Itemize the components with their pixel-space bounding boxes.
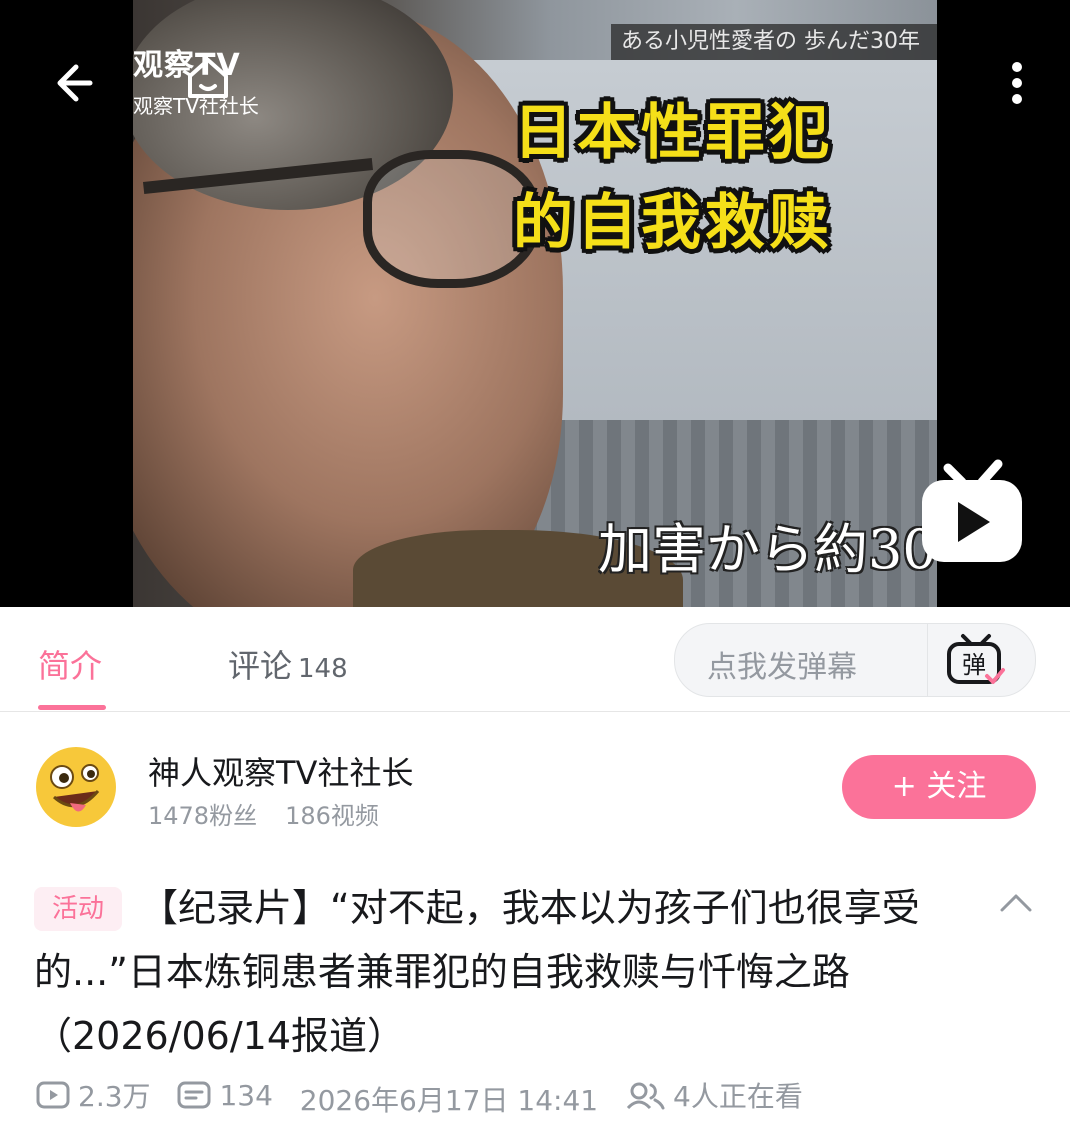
danmaku-divider <box>927 624 928 696</box>
danmaku-icon-text: 弹 <box>962 651 986 679</box>
more-vertical-icon[interactable] <box>1000 55 1034 111</box>
avatar[interactable] <box>34 745 118 829</box>
home-icon[interactable] <box>182 52 234 104</box>
overlay-bottom-text: 加害から約30 <box>598 518 937 581</box>
fans-count: 1478粉丝 <box>148 802 258 830</box>
publish-date: 2026年6月17日 14:41 <box>299 1084 599 1117</box>
watching-users-icon <box>626 1082 665 1110</box>
tv-play-icon[interactable] <box>918 458 1026 568</box>
views-count: 2.3万 <box>78 1080 151 1113</box>
danmaku-placeholder: 点我发弹幕 <box>707 650 857 685</box>
video-caption: 日本性罪犯 的自我救赎 <box>513 88 893 268</box>
danmaku-input[interactable]: 点我发弹幕 弹 <box>674 623 1036 697</box>
video-meta: 2.3万 134 2026年6月17日 14:41 4人正在看 <box>36 1075 1036 1119</box>
video-frame: ある小児性愛者の 歩んだ30年 日本性罪犯 的自我救赎 加害から約30 观察TV… <box>133 0 937 607</box>
comments-count: 148 <box>298 654 348 684</box>
overlay-top-text: ある小児性愛者の 歩んだ30年 <box>611 24 937 60</box>
tab-comments-label: 评论 <box>228 647 293 685</box>
follow-button[interactable]: + 关注 <box>842 755 1036 819</box>
watching-stat: 4人正在看 <box>625 1075 803 1115</box>
tab-comments[interactable]: 评论 148 <box>228 641 348 687</box>
caption-line-1: 日本性罪犯 <box>513 98 833 168</box>
video-title: 【纪录片】“对不起，我本以为孩子们也很享受的...”日本炼铜患者兼罪犯的自我救赎… <box>34 886 920 1058</box>
active-tab-indicator <box>38 705 106 710</box>
views-stat: 2.3万 <box>36 1075 151 1115</box>
video-player[interactable]: ある小児性愛者の 歩んだ30年 日本性罪犯 的自我救赎 加害から約30 观察TV… <box>0 0 1070 607</box>
danmaku-count: 134 <box>219 1078 273 1112</box>
activity-badge[interactable]: 活动 <box>34 887 123 931</box>
watching-count: 4人正在看 <box>673 1080 803 1113</box>
video-count: 186视频 <box>285 802 379 830</box>
tab-bar: 简介 评论 148 点我发弹幕 弹 <box>0 607 1070 712</box>
danmaku-count-icon <box>177 1081 211 1109</box>
uploader-stats: 1478粉丝 186视频 <box>148 796 379 831</box>
caption-line-2: 的自我救赎 <box>513 188 833 258</box>
back-arrow-icon[interactable] <box>50 55 106 111</box>
play-count-icon <box>36 1081 70 1109</box>
collapse-chevron-icon[interactable] <box>998 890 1034 914</box>
tab-intro[interactable]: 简介 <box>38 641 102 687</box>
uploader-name[interactable]: 神人观察TV社社长 <box>148 748 413 794</box>
danmaku-stat: 134 <box>177 1078 273 1112</box>
video-title-block: 活动 【纪录片】“对不起，我本以为孩子们也很享受的...”日本炼铜患者兼罪犯的自我… <box>34 876 964 1068</box>
danmaku-toggle-icon[interactable]: 弹 <box>945 632 1007 688</box>
